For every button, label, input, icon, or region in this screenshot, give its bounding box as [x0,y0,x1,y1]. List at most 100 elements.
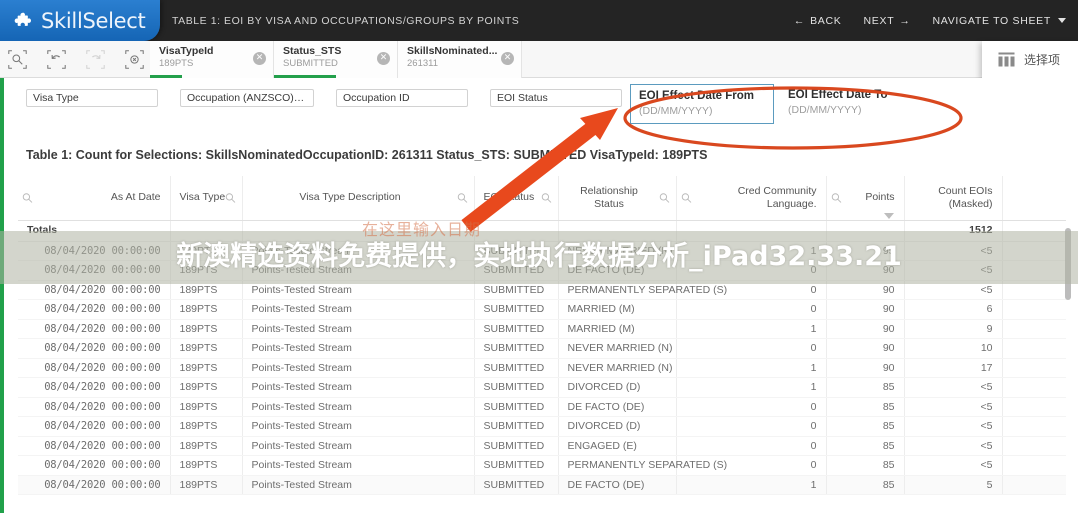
column-header-eoi-status[interactable]: EOI Status [474,176,559,221]
cell-points[interactable]: 90 [826,338,905,359]
search-icon[interactable] [659,192,670,203]
cell-as-at-date[interactable]: 08/04/2020 00:00:00 [18,299,171,320]
column-header-points[interactable]: Points [826,176,905,221]
cell-relationship-status[interactable]: DE FACTO (DE) [558,397,677,417]
cell-relationship-status[interactable]: ENGAGED (E) [558,436,677,456]
column-header-count-eois-masked[interactable]: Count EOIs (Masked) [904,176,1003,221]
sort-descending-icon[interactable] [883,212,894,219]
cell-visa-type[interactable]: 189PTS [170,436,243,456]
cell-cred-community-language[interactable]: 1 [676,377,827,398]
cell-cred-community-language[interactable]: 0 [676,299,827,320]
cell-visa-type-description[interactable]: Points-Tested Stream [242,416,475,437]
navigate-to-sheet-button[interactable]: NAVIGATE TO SHEET [933,15,1066,27]
filter-eoi-status[interactable]: EOI Status [490,89,622,107]
column-header-relationship-status[interactable]: Relationship Status [558,176,677,221]
cell-points[interactable]: 90 [826,319,905,339]
cell-eoi-status[interactable]: SUBMITTED [474,416,559,437]
cell-visa-type[interactable]: 189PTS [170,397,243,417]
selections-search-icon[interactable] [8,50,27,69]
eoi-effect-date-to-field[interactable]: EOI Effect Date To (DD/MM/YYYY) [780,84,924,124]
cell-cred-community-language[interactable]: 1 [676,475,827,495]
cell-relationship-status[interactable]: NEVER MARRIED (N) [558,338,677,359]
cell-as-at-date[interactable]: 08/04/2020 00:00:00 [18,416,171,437]
cell-cred-community-language[interactable]: 0 [676,416,827,437]
column-header-visa-type[interactable]: Visa Type [170,176,243,221]
table-row[interactable]: 08/04/2020 00:00:00189PTSPoints-Tested S… [18,358,1066,378]
cell-visa-type[interactable]: 189PTS [170,416,243,437]
cell-cred-community-language[interactable]: 1 [676,319,827,339]
cell-count-eois[interactable]: <5 [904,436,1003,456]
cell-eoi-status[interactable]: SUBMITTED [474,319,559,339]
selection-chip[interactable]: VisaTypeId 189PTS ✕ [150,41,274,78]
cell-visa-type-description[interactable]: Points-Tested Stream [242,358,475,378]
cell-count-eois[interactable]: <5 [904,455,1003,476]
cell-visa-type[interactable]: 189PTS [170,299,243,320]
cell-as-at-date[interactable]: 08/04/2020 00:00:00 [18,475,171,495]
cell-relationship-status[interactable]: MARRIED (M) [558,299,677,320]
selection-chip[interactable]: SkillsNominated... 261311 ✕ [398,41,522,78]
table-row[interactable]: 08/04/2020 00:00:00189PTSPoints-Tested S… [18,416,1066,437]
table-row[interactable]: 08/04/2020 00:00:00189PTSPoints-Tested S… [18,319,1066,339]
cell-visa-type-description[interactable]: Points-Tested Stream [242,338,475,359]
back-button[interactable]: ← BACK [794,15,842,27]
cell-eoi-status[interactable]: SUBMITTED [474,475,559,495]
cell-visa-type-description[interactable]: Points-Tested Stream [242,319,475,339]
step-back-icon[interactable] [47,50,66,69]
cell-visa-type[interactable]: 189PTS [170,475,243,495]
cell-relationship-status[interactable]: PERMANENTLY SEPARATED (S) [558,455,727,476]
cell-visa-type[interactable]: 189PTS [170,338,243,359]
clear-all-selections-icon[interactable] [125,50,144,69]
cell-points[interactable]: 85 [826,416,905,437]
search-icon[interactable] [22,192,33,203]
cell-cred-community-language[interactable]: 0 [676,338,827,359]
cell-as-at-date[interactable]: 08/04/2020 00:00:00 [18,377,171,398]
cell-visa-type-description[interactable]: Points-Tested Stream [242,377,475,398]
cell-visa-type-description[interactable]: Points-Tested Stream [242,475,475,495]
cell-points[interactable]: 85 [826,455,905,476]
cell-relationship-status[interactable]: DIVORCED (D) [558,416,677,437]
table-row[interactable]: 08/04/2020 00:00:00189PTSPoints-Tested S… [18,436,1066,456]
column-header-visa-type-description[interactable]: Visa Type Description [242,176,475,221]
cell-cred-community-language[interactable]: 0 [676,436,827,456]
selection-chip[interactable]: Status_STS SUBMITTED ✕ [274,41,398,78]
table-row[interactable]: 08/04/2020 00:00:00189PTSPoints-Tested S… [18,475,1066,495]
cell-relationship-status[interactable]: MARRIED (M) [558,319,677,339]
table-row[interactable]: 08/04/2020 00:00:00189PTSPoints-Tested S… [18,299,1066,320]
table-row[interactable]: 08/04/2020 00:00:00189PTSPoints-Tested S… [18,377,1066,398]
search-icon[interactable] [225,192,236,203]
cell-as-at-date[interactable]: 08/04/2020 00:00:00 [18,338,171,359]
clear-selection-icon[interactable]: ✕ [253,52,266,65]
table-row[interactable]: 08/04/2020 00:00:00189PTSPoints-Tested S… [18,397,1066,417]
filter-visa-type[interactable]: Visa Type [26,89,158,107]
cell-eoi-status[interactable]: SUBMITTED [474,358,559,378]
cell-visa-type-description[interactable]: Points-Tested Stream [242,397,475,417]
cell-eoi-status[interactable]: SUBMITTED [474,338,559,359]
next-button[interactable]: NEXT → [864,15,911,27]
cell-count-eois[interactable]: <5 [904,397,1003,417]
cell-points[interactable]: 85 [826,475,905,495]
search-icon[interactable] [457,192,468,203]
cell-visa-type[interactable]: 189PTS [170,319,243,339]
cell-points[interactable]: 85 [826,377,905,398]
table-row[interactable]: 08/04/2020 00:00:00189PTSPoints-Tested S… [18,455,1066,476]
skillselect-logo[interactable]: SkillSelect [0,0,160,41]
cell-relationship-status[interactable]: DIVORCED (D) [558,377,677,398]
cell-visa-type-description[interactable]: Points-Tested Stream [242,299,475,320]
cell-relationship-status[interactable]: NEVER MARRIED (N) [558,358,677,378]
cell-count-eois[interactable]: 9 [904,319,1003,339]
cell-cred-community-language[interactable]: 1 [676,358,827,378]
cell-as-at-date[interactable]: 08/04/2020 00:00:00 [18,397,171,417]
cell-eoi-status[interactable]: SUBMITTED [474,377,559,398]
cell-count-eois[interactable]: 6 [904,299,1003,320]
cell-points[interactable]: 90 [826,358,905,378]
cell-count-eois[interactable]: <5 [904,377,1003,398]
cell-points[interactable]: 90 [826,299,905,320]
clear-selection-icon[interactable]: ✕ [501,52,514,65]
cell-as-at-date[interactable]: 08/04/2020 00:00:00 [18,436,171,456]
table-row[interactable]: 08/04/2020 00:00:00189PTSPoints-Tested S… [18,338,1066,359]
filter-occupation-id[interactable]: Occupation ID [336,89,468,107]
eoi-effect-date-from-field[interactable]: EOI Effect Date From (DD/MM/YYYY) [630,84,774,124]
clear-selection-icon[interactable]: ✕ [377,52,390,65]
cell-eoi-status[interactable]: SUBMITTED [474,397,559,417]
cell-visa-type[interactable]: 189PTS [170,377,243,398]
